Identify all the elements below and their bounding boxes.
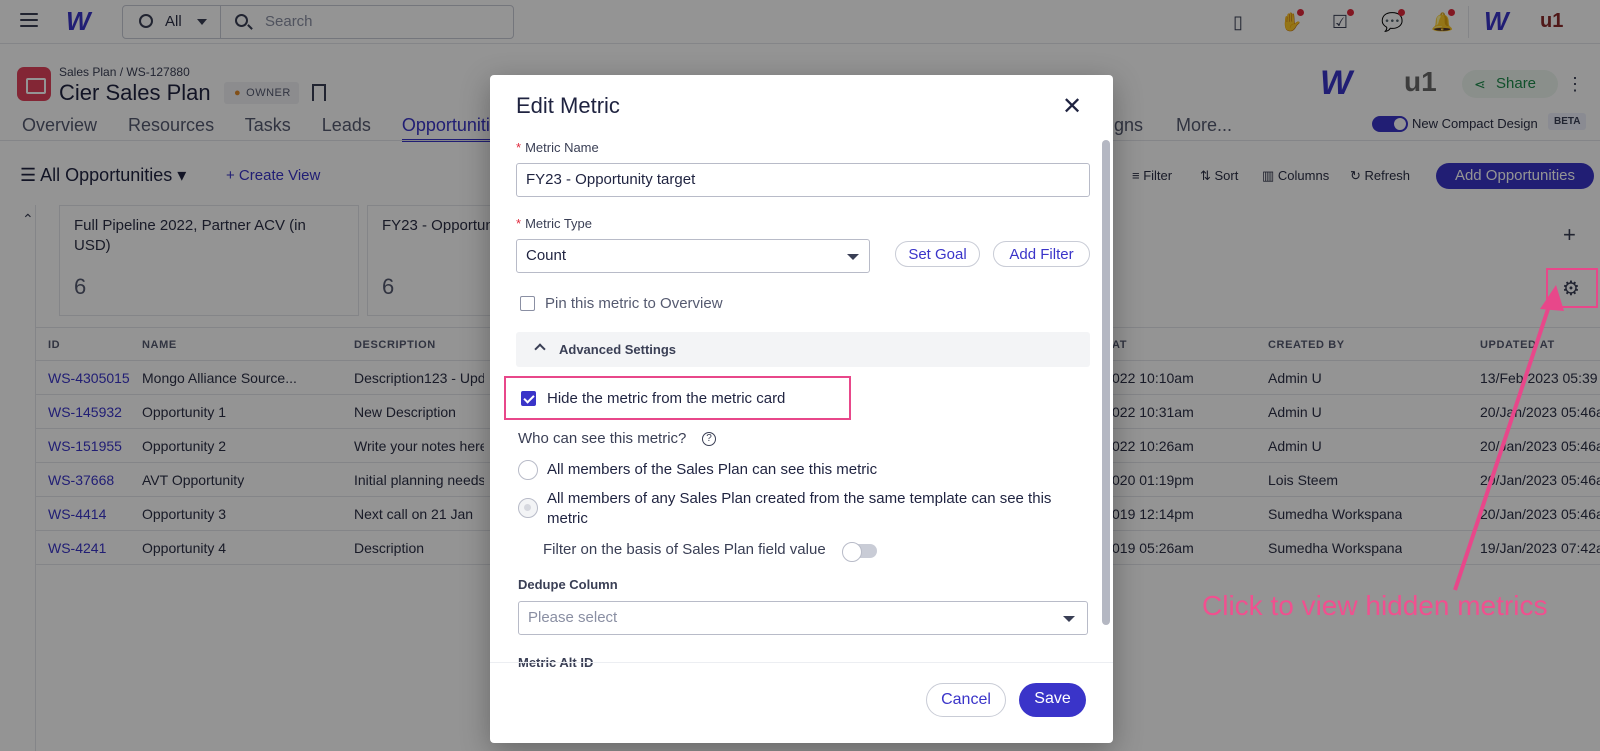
help-icon[interactable]: ? [702,432,716,446]
radio-sales-plan-members-label: All members of the Sales Plan can see th… [547,461,878,478]
pin-to-overview-label: Pin this metric to Overview [545,295,723,312]
radio-template-members-label-cont: metric [547,510,588,527]
close-icon[interactable]: ✕ [1062,95,1082,119]
set-goal-button[interactable]: Set Goal [895,241,980,267]
hide-metric-label: Hide the metric from the metric card [547,390,786,407]
visibility-question: Who can see this metric? [518,430,687,447]
pin-to-overview-checkbox[interactable] [520,296,535,311]
radio-template-members-label: All members of any Sales Plan created fr… [547,490,1052,507]
dedupe-column-label: Dedupe Column [518,577,618,592]
filter-by-field-label: Filter on the basis of Sales Plan field … [543,541,826,558]
radio-template-members[interactable] [518,498,538,518]
advanced-settings-label: Advanced Settings [559,342,677,357]
metric-type-select[interactable]: Count [516,239,870,273]
scrollbar-thumb[interactable] [1102,140,1110,625]
chevron-up-icon [534,343,546,355]
metric-type-label: * Metric Type [516,216,593,231]
advanced-settings-toggle[interactable]: Advanced Settings [516,332,1090,367]
metric-type-label-text: Metric Type [525,216,593,231]
metric-name-label-text: Metric Name [525,140,599,155]
chevron-down-icon [1063,616,1075,622]
dialog-title: Edit Metric [516,93,620,118]
annotation-label: Click to view hidden metrics [1202,590,1548,621]
dedupe-column-placeholder: Please select [528,609,618,626]
annotation-arrow [1453,285,1564,591]
filter-by-field-toggle[interactable] [842,542,877,562]
metric-type-value: Count [526,247,567,264]
chevron-down-icon [847,254,859,260]
metric-name-input[interactable]: FY23 - Opportunity target [516,163,1090,197]
metric-name-label: * Metric Name [516,140,599,155]
edit-metric-dialog: Edit Metric ✕ * Metric Name FY23 - Opport… [490,75,1113,743]
add-filter-button[interactable]: Add Filter [993,241,1090,267]
dedupe-column-select[interactable]: Please select [518,601,1088,635]
save-button[interactable]: Save [1019,683,1086,717]
radio-sales-plan-members[interactable] [518,460,538,480]
cancel-button[interactable]: Cancel [926,683,1006,717]
dialog-footer: Cancel Save [490,662,1113,743]
dialog-scrollbar[interactable] [1100,140,1110,675]
hide-metric-checkbox[interactable] [521,391,536,406]
